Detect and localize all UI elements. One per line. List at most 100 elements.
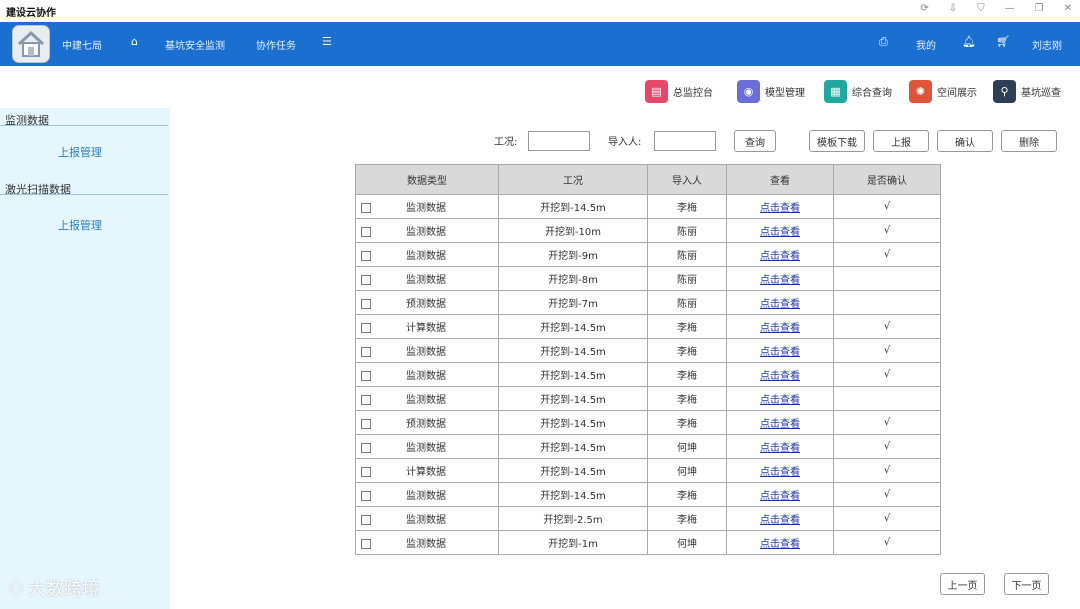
nav-collab-tasks[interactable]: 协作任务	[256, 37, 296, 52]
download-icon[interactable]: ⇩	[949, 3, 957, 14]
quick-btn-monitor-console[interactable]: ▤ 总监控台	[645, 80, 713, 103]
quick-btn-label: 综合查询	[852, 88, 892, 99]
print-icon[interactable]: ⎙	[879, 35, 888, 49]
row-view-link[interactable]: 点击查看	[760, 539, 800, 550]
row-view-link[interactable]: 点击查看	[760, 395, 800, 406]
row-checkbox[interactable]	[361, 347, 371, 357]
delete-button[interactable]: 删除	[1001, 130, 1057, 152]
app-logo[interactable]	[12, 25, 50, 63]
row-confirmed	[833, 290, 941, 315]
close-icon[interactable]: ✕	[1064, 3, 1072, 14]
nav-mine[interactable]: 我的	[916, 37, 936, 52]
header-data-type: 数据类型	[355, 164, 499, 195]
condition-input[interactable]	[528, 131, 590, 151]
template-download-button[interactable]: 模板下载	[809, 130, 865, 152]
nav-pit-monitoring[interactable]: 基坑安全监测	[165, 37, 225, 52]
query-button[interactable]: 查询	[734, 130, 776, 152]
row-condition: 开挖到-1m	[498, 530, 648, 555]
row-condition: 开挖到-14.5m	[498, 362, 648, 387]
row-checkbox[interactable]	[361, 323, 371, 333]
table-row: 监测数据 开挖到-9m 陈丽 点击查看 √	[355, 242, 941, 267]
row-checkbox[interactable]	[361, 275, 371, 285]
prev-page-button[interactable]: 上一页	[940, 573, 985, 595]
row-type-cell: 监测数据	[355, 362, 499, 387]
quick-btn-pit-inspection[interactable]: ⚲ 基坑巡查	[993, 80, 1061, 103]
next-page-button[interactable]: 下一页	[1004, 573, 1049, 595]
importer-input[interactable]	[654, 131, 716, 151]
row-view-link[interactable]: 点击查看	[760, 419, 800, 430]
row-view-link[interactable]: 点击查看	[760, 491, 800, 502]
row-importer: 李梅	[647, 362, 727, 387]
row-view-cell: 点击查看	[726, 290, 834, 315]
row-checkbox[interactable]	[361, 515, 371, 525]
header-confirmed: 是否确认	[833, 164, 941, 195]
row-importer: 李梅	[647, 410, 727, 435]
row-view-link[interactable]: 点击查看	[760, 515, 800, 526]
row-type: 计算数据	[406, 323, 446, 334]
row-checkbox[interactable]	[361, 491, 371, 501]
row-importer: 李梅	[647, 314, 727, 339]
importer-label: 导入人:	[608, 137, 642, 148]
row-checkbox[interactable]	[361, 467, 371, 477]
row-view-link[interactable]: 点击查看	[760, 275, 800, 286]
refresh-icon[interactable]: ⟳	[920, 3, 928, 14]
row-importer: 何坤	[647, 458, 727, 483]
row-view-link[interactable]: 点击查看	[760, 323, 800, 334]
table-row: 预测数据 开挖到-14.5m 李梅 点击查看 √	[355, 410, 941, 435]
bell-icon[interactable]: 🔔︎	[962, 35, 976, 48]
row-checkbox[interactable]	[361, 395, 371, 405]
row-checkbox[interactable]	[361, 371, 371, 381]
minimize-icon[interactable]: —	[1005, 3, 1015, 14]
row-view-link[interactable]: 点击查看	[760, 443, 800, 454]
row-importer: 李梅	[647, 506, 727, 531]
row-type: 监测数据	[406, 443, 446, 454]
report-button[interactable]: 上报	[873, 130, 929, 152]
restore-icon[interactable]: ❐	[1035, 3, 1044, 14]
table-body: 监测数据 开挖到-14.5m 李梅 点击查看 √ 监测数据 开挖到-10m 陈丽 点击查看 √ 监测…	[355, 194, 941, 555]
row-checkbox[interactable]	[361, 251, 371, 261]
table-row: 监测数据 开挖到-14.5m 李梅 点击查看 √	[355, 338, 941, 363]
row-view-link[interactable]: 点击查看	[760, 203, 800, 214]
row-confirmed	[833, 386, 941, 411]
table-row: 监测数据 开挖到-14.5m 李梅 点击查看 √	[355, 194, 941, 219]
sidebar-link-report-mgmt-2[interactable]: 上报管理	[58, 217, 102, 233]
home-icon[interactable]: ⌂	[131, 35, 138, 48]
row-checkbox[interactable]	[361, 443, 371, 453]
menu-icon[interactable]: ☰	[322, 35, 332, 48]
cart-icon[interactable]: 🛒︎	[996, 35, 1010, 48]
row-condition: 开挖到-14.5m	[498, 482, 648, 507]
row-view-link[interactable]: 点击查看	[760, 227, 800, 238]
row-view-link[interactable]: 点击查看	[760, 299, 800, 310]
row-checkbox[interactable]	[361, 539, 371, 549]
row-checkbox[interactable]	[361, 227, 371, 237]
quick-btn-comprehensive-query[interactable]: ▦ 综合查询	[824, 80, 892, 103]
row-type: 监测数据	[406, 227, 446, 238]
row-checkbox[interactable]	[361, 419, 371, 429]
condition-label: 工况:	[494, 137, 518, 148]
quick-btn-spatial-display[interactable]: ✺ 空间展示	[909, 80, 977, 103]
row-condition: 开挖到-14.5m	[498, 434, 648, 459]
org-name[interactable]: 中建七局	[62, 37, 102, 52]
row-view-cell: 点击查看	[726, 386, 834, 411]
row-importer: 陈丽	[647, 218, 727, 243]
quick-btn-model-mgmt[interactable]: ◉ 模型管理	[737, 80, 805, 103]
row-view-link[interactable]: 点击查看	[760, 347, 800, 358]
row-checkbox[interactable]	[361, 299, 371, 309]
row-type: 监测数据	[406, 251, 446, 262]
sidebar-link-report-mgmt[interactable]: 上报管理	[58, 144, 102, 160]
inspection-icon: ⚲	[993, 80, 1016, 103]
pin-icon[interactable]: ⛉	[977, 3, 985, 14]
confirm-button[interactable]: 确认	[937, 130, 993, 152]
data-table: 数据类型 工况 导入人 查看 是否确认 监测数据 开挖到-14.5m 李梅 点击查看 √…	[355, 164, 941, 555]
divider	[0, 125, 168, 126]
user-name[interactable]: 刘志刚	[1032, 37, 1062, 52]
row-view-link[interactable]: 点击查看	[760, 467, 800, 478]
row-checkbox[interactable]	[361, 203, 371, 213]
row-view-link[interactable]: 点击查看	[760, 371, 800, 382]
row-view-link[interactable]: 点击查看	[760, 251, 800, 262]
row-importer: 何坤	[647, 434, 727, 459]
row-confirmed: √	[833, 242, 941, 267]
row-type: 计算数据	[406, 467, 446, 478]
row-importer: 陈丽	[647, 242, 727, 267]
row-type: 监测数据	[406, 371, 446, 382]
